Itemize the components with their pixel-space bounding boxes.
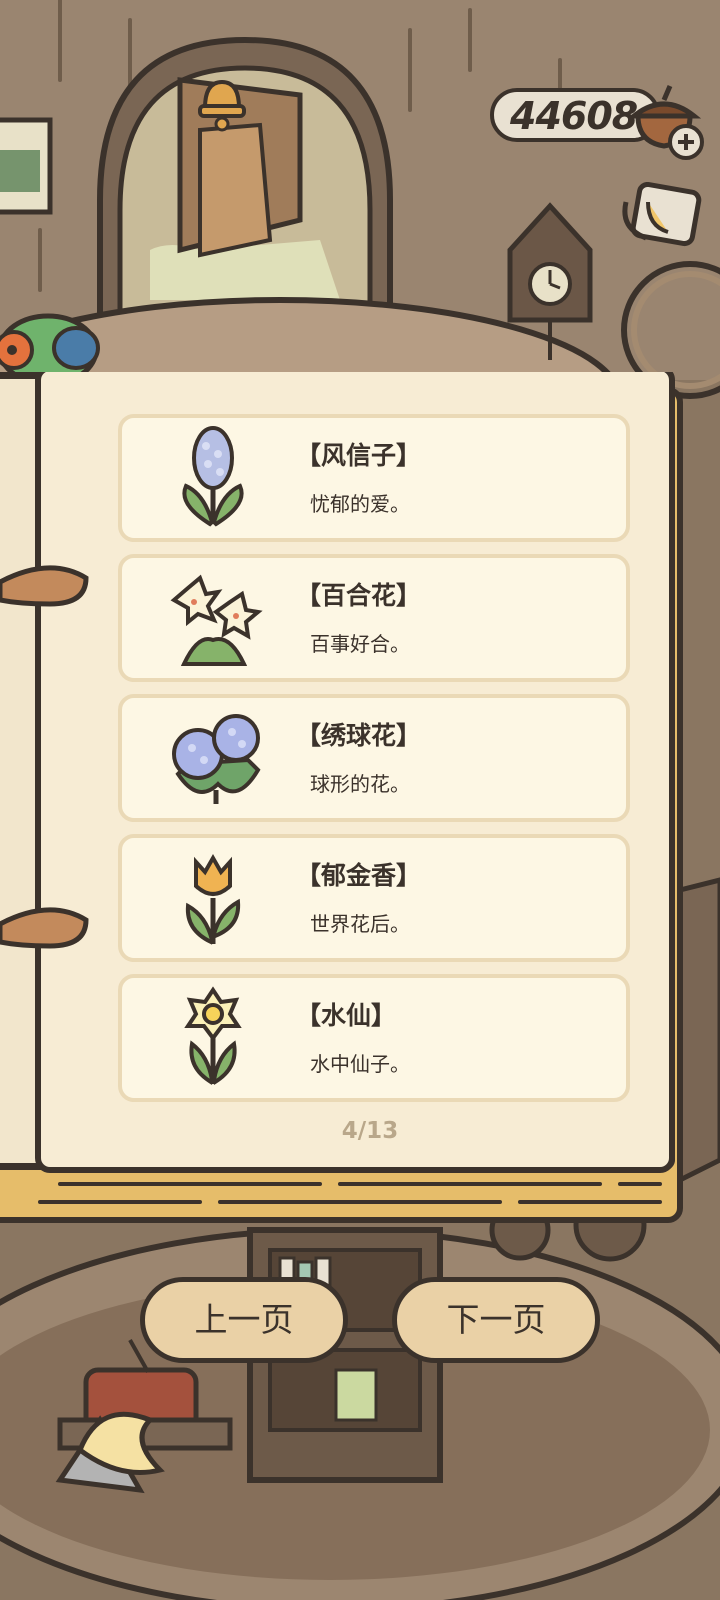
flower-entry-hyacinth[interactable]: 【风信子】 忧郁的爱。: [118, 414, 630, 542]
daffodil-icon: [184, 986, 242, 1085]
flower-entry-daffodil[interactable]: 【水仙】 水中仙子。: [118, 974, 630, 1102]
flower-description: 百事好合。: [310, 632, 410, 656]
flower-entry-tulip[interactable]: 【郁金香】 世界花后。: [118, 834, 630, 962]
flower-description: 世界花后。: [310, 912, 410, 936]
acorn-add-icon[interactable]: [628, 76, 710, 162]
tulip-icon: [185, 853, 241, 945]
previous-page-button[interactable]: 上一页: [140, 1277, 348, 1363]
flower-name: 【风信子】: [296, 441, 422, 470]
binder-ring-bottom: [0, 907, 89, 949]
flower-entry-hydrangea[interactable]: 【绣球花】 球形的花。: [118, 694, 630, 822]
flower-name: 【绣球花】: [296, 721, 422, 750]
flower-description: 忧郁的爱。: [310, 492, 410, 516]
flower-description: 球形的花。: [310, 772, 410, 796]
flower-name: 【百合花】: [296, 581, 422, 610]
lily-icon: [170, 574, 263, 666]
binder-ring-top: [0, 565, 89, 607]
flower-description: 水中仙子。: [310, 1052, 410, 1076]
flower-name: 【郁金香】: [296, 861, 422, 890]
page-indicator: 4/13: [341, 1118, 399, 1144]
hyacinth-icon: [182, 426, 244, 527]
next-page-button[interactable]: 下一页: [392, 1277, 600, 1363]
mug-icon[interactable]: [618, 182, 702, 258]
hydrangea-icon: [172, 714, 261, 804]
coin-count: 44608: [510, 94, 638, 138]
flower-name: 【水仙】: [296, 1001, 397, 1030]
flower-entry-lily[interactable]: 【百合花】 百事好合。: [118, 554, 630, 682]
